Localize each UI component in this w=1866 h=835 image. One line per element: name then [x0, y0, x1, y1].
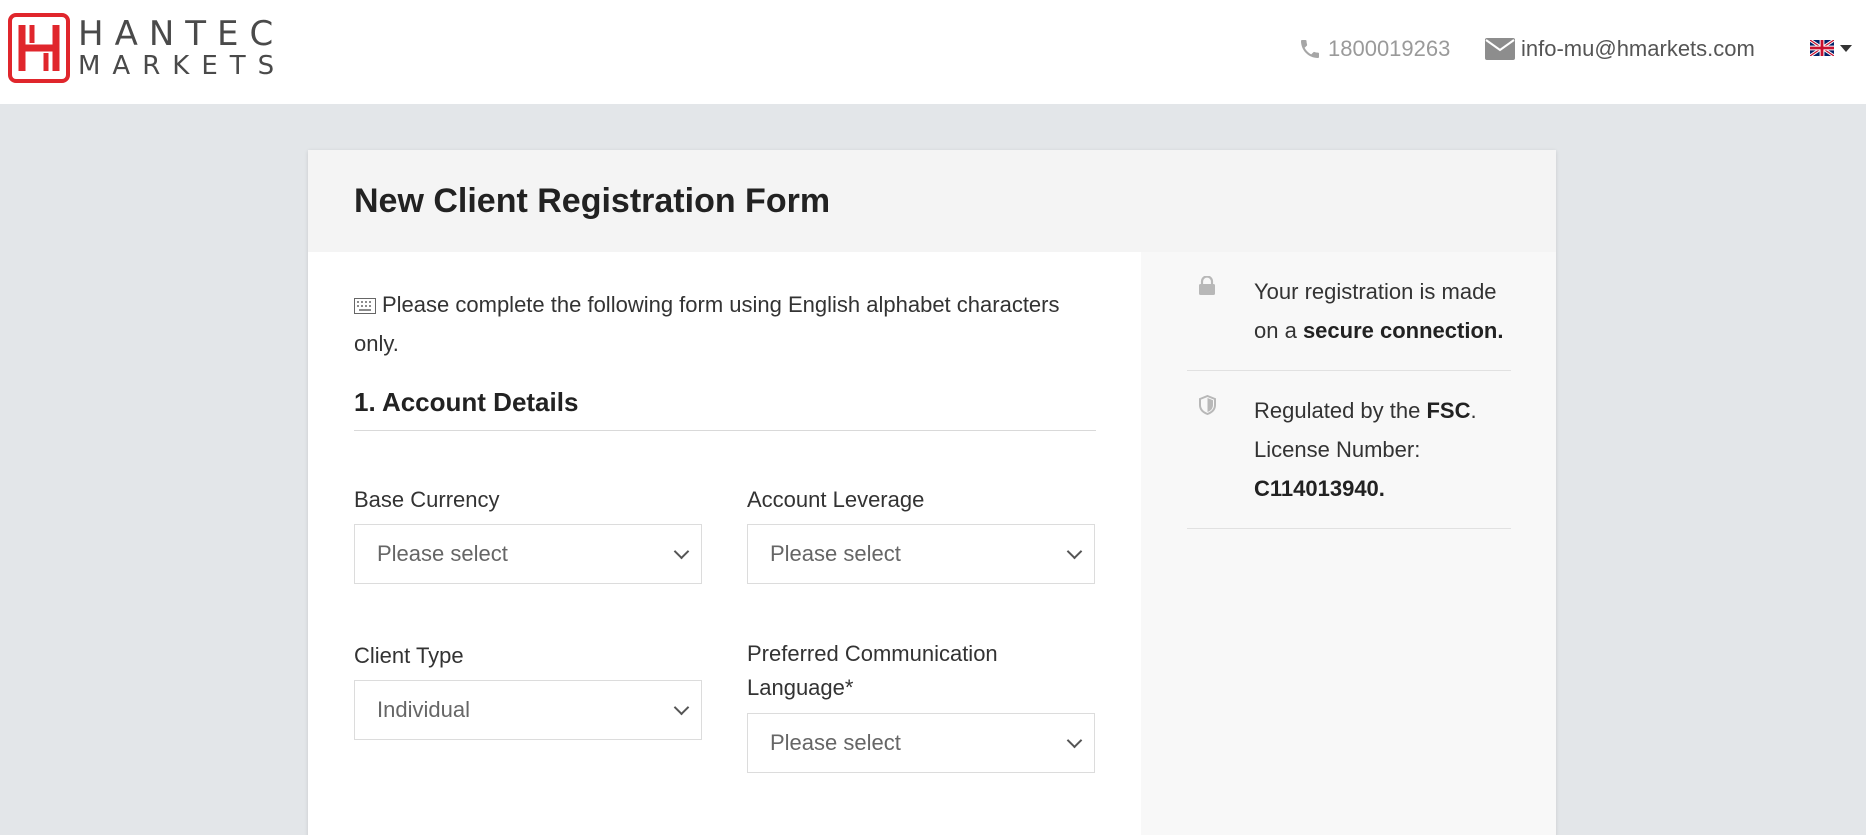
phone-contact[interactable]: 1800019263 — [1298, 34, 1450, 64]
preferred-language-select[interactable]: Please select — [747, 713, 1095, 773]
base-currency-field: Base Currency Please select — [354, 483, 702, 584]
email-address: info-mu@hmarkets.com — [1521, 36, 1755, 61]
secure-bold: secure connection. — [1302, 318, 1504, 343]
lock-icon — [1199, 275, 1215, 295]
regulator-name: FSC — [1426, 398, 1471, 423]
chevron-down-icon — [1066, 543, 1083, 559]
preferred-language-label: Preferred Communication Language* — [747, 641, 998, 700]
account-leverage-field: Account Leverage Please select — [747, 483, 1095, 584]
card-header: New Client Registration Form — [308, 150, 1556, 252]
phone-number: 1800019263 — [1328, 36, 1451, 61]
preferred-language-value: Please select — [770, 730, 901, 755]
top-header: HANTEC MARKETS 1800019263 info-mu@hmarke… — [0, 0, 1866, 104]
hantec-logo[interactable]: HANTEC MARKETS — [8, 13, 286, 83]
chevron-down-icon — [1840, 44, 1852, 52]
chevron-down-icon — [673, 543, 690, 559]
client-type-field: Client Type Individual — [354, 639, 702, 740]
intro-message: Please complete the following form using… — [354, 292, 1060, 356]
section-title-account-details: 1. Account Details — [354, 387, 1096, 431]
regulation-note: Regulated by the FSC. License Number: C1… — [1187, 371, 1511, 529]
logo-line-1: HANTEC — [78, 14, 285, 54]
secure-connection-note: Your registration is made on a secure co… — [1187, 252, 1511, 371]
uk-flag-icon — [1810, 40, 1834, 56]
license-number: C114013940. — [1254, 476, 1385, 501]
client-type-value: Individual — [377, 697, 470, 722]
logo-line-2: MARKETS — [78, 51, 287, 81]
base-currency-value: Please select — [377, 541, 508, 566]
chevron-down-icon — [1066, 732, 1083, 748]
client-type-label: Client Type — [354, 643, 464, 668]
registration-card: New Client Registration Form Please comp… — [308, 150, 1556, 835]
page-title: New Client Registration Form — [354, 181, 831, 220]
chevron-down-icon — [673, 699, 690, 715]
phone-icon — [1301, 40, 1319, 58]
intro-text: Please complete the following form using… — [354, 285, 1104, 363]
base-currency-select[interactable]: Please select — [354, 524, 702, 584]
preferred-language-field: Preferred Communication Language* Please… — [747, 637, 1095, 773]
email-contact[interactable]: info-mu@hmarkets.com — [1485, 34, 1755, 64]
language-selector[interactable] — [1810, 40, 1852, 56]
hantec-logo-icon — [8, 13, 70, 83]
envelope-icon — [1485, 38, 1515, 60]
account-leverage-value: Please select — [770, 541, 901, 566]
account-leverage-select[interactable]: Please select — [747, 524, 1095, 584]
shield-icon — [1199, 394, 1216, 416]
base-currency-label: Base Currency — [354, 487, 500, 512]
account-leverage-label: Account Leverage — [747, 487, 925, 512]
regulated-text: Regulated by the — [1254, 398, 1427, 423]
form-main: Please complete the following form using… — [308, 252, 1141, 835]
keyboard-icon — [354, 298, 376, 314]
client-type-select[interactable]: Individual — [354, 680, 702, 740]
info-sidebar: Your registration is made on a secure co… — [1141, 252, 1556, 835]
